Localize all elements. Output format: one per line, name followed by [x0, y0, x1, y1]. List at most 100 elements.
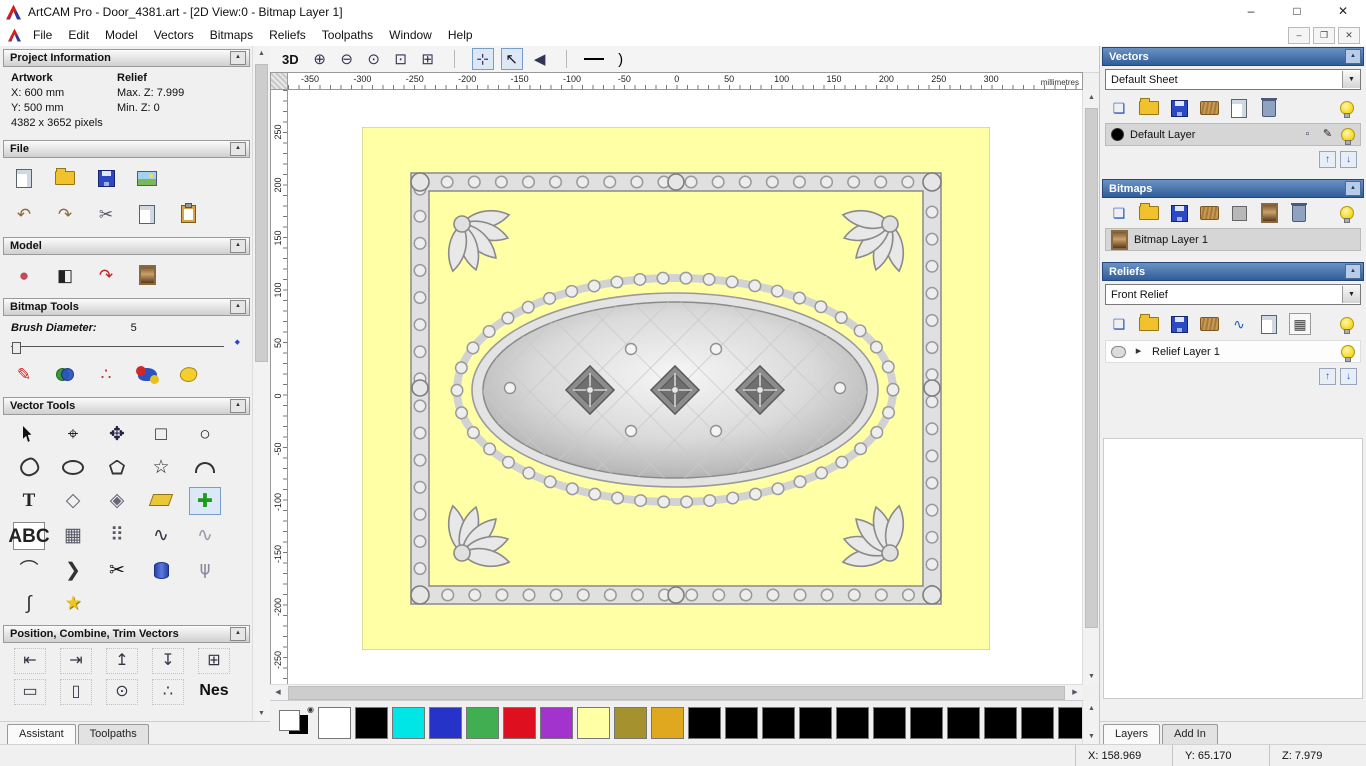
palette-swatch-black-9[interactable]: [984, 707, 1017, 739]
toggle-all-reliefs-icon[interactable]: [1337, 314, 1357, 334]
vector-sheet-dropdown[interactable]: Default Sheet ▼: [1105, 69, 1361, 90]
palette-swatch-pale-yellow[interactable]: [577, 707, 610, 739]
zoom-out-icon[interactable]: ⊖: [337, 49, 357, 69]
new-sheet-icon[interactable]: ❏: [1109, 98, 1129, 118]
collapse-file-button[interactable]: ▲: [230, 142, 246, 156]
delete-bitmap-layer-icon[interactable]: [1289, 203, 1309, 223]
save-relief-icon[interactable]: [1169, 314, 1189, 334]
menu-reliefs[interactable]: Reliefs: [261, 26, 314, 44]
scroll-left-arrow[interactable]: ◀: [270, 685, 286, 701]
center-in-page-icon[interactable]: ⊞: [198, 648, 230, 674]
open-relief-icon[interactable]: [1139, 314, 1159, 334]
canvas-vertical-scrollbar[interactable]: ▲ ▼: [1082, 90, 1100, 685]
collapse-position-button[interactable]: ▲: [230, 627, 246, 641]
smooth-curve-tool[interactable]: ∿: [190, 522, 220, 548]
delete-vector-layer-icon[interactable]: [1259, 98, 1279, 118]
palette-swatch-red[interactable]: [503, 707, 536, 739]
copy-icon[interactable]: [134, 201, 160, 227]
child-restore-icon[interactable]: ❐: [1313, 27, 1335, 44]
create-ellipse-tool[interactable]: [58, 454, 88, 480]
save-sheet-icon[interactable]: [1169, 98, 1189, 118]
scrollbar-thumb[interactable]: [1085, 108, 1098, 628]
node-editing-tool[interactable]: ⌖: [58, 421, 88, 447]
maximize-button[interactable]: □: [1274, 0, 1320, 24]
open-sheet-icon[interactable]: [1139, 98, 1159, 118]
align-vertical-icon[interactable]: ▯: [60, 679, 92, 705]
create-text-tool[interactable]: T: [14, 487, 44, 513]
nest-label[interactable]: Nes: [199, 679, 229, 703]
scroll-down-arrow[interactable]: ▼: [1083, 669, 1100, 685]
create-arc-tool[interactable]: [190, 454, 220, 480]
paint-brush-icon[interactable]: ✎: [11, 361, 37, 387]
scroll-up-arrow[interactable]: ▲: [1083, 90, 1100, 106]
expand-relief-layer-icon[interactable]: ▸: [1131, 344, 1146, 359]
move-layer-down-icon[interactable]: ↓: [1340, 151, 1357, 168]
move-relief-down-icon[interactable]: ↓: [1340, 368, 1357, 385]
collapse-project-information-button[interactable]: ▲: [230, 51, 246, 65]
menu-toolpaths[interactable]: Toolpaths: [314, 26, 381, 44]
menu-edit[interactable]: Edit: [60, 26, 97, 44]
paste-vector-tool[interactable]: ✚: [189, 487, 221, 515]
menu-bitmaps[interactable]: Bitmaps: [202, 26, 261, 44]
fillet-tool[interactable]: [146, 487, 176, 513]
zoom-back-icon[interactable]: ◀: [530, 49, 550, 69]
create-star-tool[interactable]: ☆: [146, 454, 176, 480]
bitmap-layer-row[interactable]: Bitmap Layer 1: [1105, 228, 1361, 251]
envelope-distort-tool[interactable]: ▦: [58, 522, 88, 548]
relief-dropdown[interactable]: Front Relief ▼: [1105, 284, 1361, 305]
palette-icon[interactable]: [134, 361, 160, 387]
palette-swatch-black[interactable]: [355, 707, 388, 739]
relief-grid-icon[interactable]: ▦: [1289, 313, 1311, 335]
align-bottom-icon[interactable]: ↧: [152, 648, 184, 674]
layer-colour-dot[interactable]: [1111, 128, 1124, 141]
merge-reliefs-icon[interactable]: [1199, 314, 1219, 334]
paste-icon[interactable]: [175, 201, 201, 227]
spray-icon[interactable]: ∴: [93, 361, 119, 387]
scroll-right-arrow[interactable]: ▶: [1067, 685, 1083, 701]
layer-edit-icon[interactable]: ✎: [1320, 127, 1335, 142]
branch-tool[interactable]: ⋔: [190, 557, 220, 583]
tab-layers[interactable]: Layers: [1103, 724, 1160, 745]
new-bitmap-layer-icon[interactable]: ❏: [1109, 203, 1129, 223]
toggle-all-bitmaps-icon[interactable]: [1337, 203, 1357, 223]
collapse-bitmap-tools-button[interactable]: ▲: [230, 300, 246, 314]
create-polygon-tool[interactable]: [102, 454, 132, 480]
flood-fill-icon[interactable]: [175, 361, 201, 387]
move-relief-up-icon[interactable]: ↑: [1319, 368, 1336, 385]
greyscale-preview-icon[interactable]: ●: [11, 262, 37, 288]
palette-swatch-black-10[interactable]: [1021, 707, 1054, 739]
palette-swatch-black-3[interactable]: [762, 707, 795, 739]
new-vector-layer-icon[interactable]: [1229, 98, 1249, 118]
align-horizontal-icon[interactable]: ▭: [14, 679, 46, 705]
colour-transfer-icon[interactable]: [52, 361, 78, 387]
collapse-vectors-button[interactable]: ▲: [1345, 49, 1361, 64]
palette-swatch-black-6[interactable]: [873, 707, 906, 739]
transform-vectors-tool[interactable]: ✥: [102, 421, 132, 447]
align-right-icon[interactable]: ⇥: [60, 648, 92, 674]
open-file-icon[interactable]: [52, 165, 78, 191]
scroll-up-arrow[interactable]: ▲: [253, 46, 270, 62]
palette-swatch-purple[interactable]: [540, 707, 573, 739]
palette-swatch-black-8[interactable]: [947, 707, 980, 739]
collapse-reliefs-button[interactable]: ▲: [1345, 264, 1361, 279]
offset-model-icon[interactable]: ↷: [93, 262, 119, 288]
undo-icon[interactable]: ↶: [11, 201, 37, 227]
new-relief-sheet-icon[interactable]: [1259, 314, 1279, 334]
scroll-down-arrow[interactable]: ▼: [1083, 729, 1100, 745]
fit-curve-tool[interactable]: ∿: [146, 522, 176, 548]
scrollbar-thumb[interactable]: [255, 64, 268, 362]
brush-diameter-slider[interactable]: ◆: [11, 338, 240, 354]
menu-help[interactable]: Help: [440, 26, 481, 44]
slider-handle[interactable]: [12, 342, 21, 354]
create-polyline-tool[interactable]: [14, 454, 44, 480]
trim-curve-tool[interactable]: ⌒: [14, 557, 44, 583]
open-bitmap-icon[interactable]: [1139, 203, 1159, 223]
relief-wave-icon[interactable]: ∿: [1229, 314, 1249, 334]
palette-swatch-black-4[interactable]: [799, 707, 832, 739]
palette-swatch-black-5[interactable]: [836, 707, 869, 739]
palette-swatch-black-2[interactable]: [725, 707, 758, 739]
palette-scrollbar[interactable]: ▲ ▼: [1082, 701, 1100, 745]
scroll-up-arrow[interactable]: ▲: [1083, 701, 1100, 717]
block-copy-tool[interactable]: ⠿: [102, 522, 132, 548]
wrap-star-tool[interactable]: ★: [58, 590, 88, 616]
